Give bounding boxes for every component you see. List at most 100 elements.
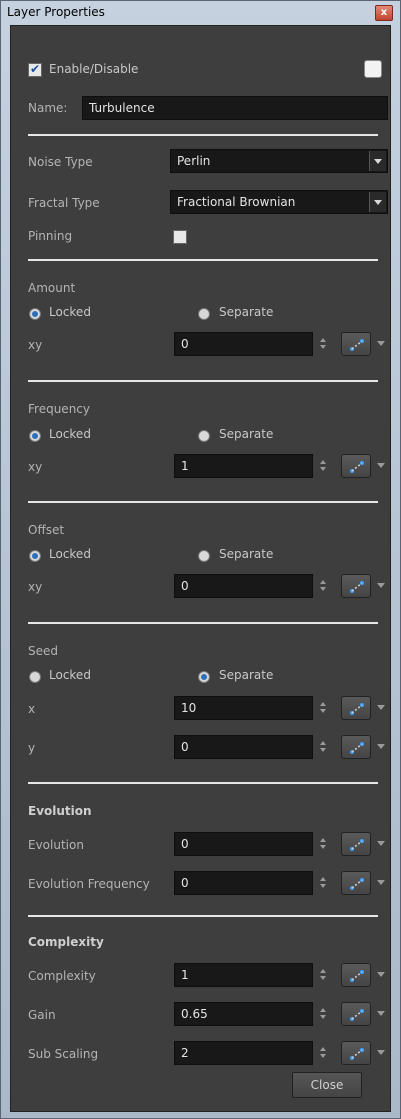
window-close-button[interactable]: x <box>375 5 393 21</box>
separator <box>28 915 378 917</box>
offset-locked-radio[interactable] <box>29 550 41 562</box>
chevron-down-icon[interactable] <box>377 744 385 750</box>
function-curve-icon <box>350 839 364 851</box>
chevron-down-icon[interactable] <box>369 192 386 212</box>
complexity-field[interactable]: 1 <box>174 963 313 987</box>
chevron-down-icon[interactable] <box>377 880 385 886</box>
name-field[interactable]: Turbulence <box>82 96 388 120</box>
chevron-down-icon[interactable] <box>377 705 385 711</box>
fractal-type-value: Fractional Brownian <box>177 195 296 209</box>
frequency-locked-label: Locked <box>49 427 91 441</box>
function-curve-icon <box>350 339 364 351</box>
enable-checkbox[interactable] <box>28 62 42 77</box>
spin-arrows-icon[interactable] <box>320 460 328 474</box>
function-button[interactable] <box>341 332 371 356</box>
function-curve-icon <box>350 878 364 890</box>
spin-arrows-icon[interactable] <box>320 838 328 852</box>
evolution-frequency-field[interactable]: 0 <box>174 871 313 895</box>
function-button[interactable] <box>341 454 371 478</box>
spin-arrows-icon[interactable] <box>320 1047 328 1061</box>
seed-y-label: y <box>28 741 36 755</box>
chevron-down-icon[interactable] <box>377 583 385 589</box>
noise-type-dropdown[interactable]: Perlin <box>170 149 388 173</box>
function-button[interactable] <box>341 832 371 856</box>
function-curve-icon <box>350 1009 364 1021</box>
separator <box>28 380 378 382</box>
function-button[interactable] <box>341 1002 371 1026</box>
chevron-down-icon[interactable] <box>377 1050 385 1056</box>
amount-locked-label: Locked <box>49 305 91 319</box>
chevron-down-icon[interactable] <box>377 341 385 347</box>
noise-type-value: Perlin <box>177 154 211 168</box>
chevron-down-icon[interactable] <box>377 463 385 469</box>
sub-scaling-label: Sub Scaling <box>28 1047 99 1061</box>
separator <box>28 501 378 503</box>
evolution-frequency-label: Evolution Frequency <box>28 877 150 891</box>
pinning-checkbox[interactable] <box>173 230 187 244</box>
spin-arrows-icon[interactable] <box>320 338 328 352</box>
seed-x-field[interactable]: 10 <box>174 696 313 720</box>
noise-type-label: Noise Type <box>28 155 93 169</box>
spin-arrows-icon[interactable] <box>320 877 328 891</box>
close-button[interactable]: Close <box>292 1072 362 1098</box>
chevron-down-icon[interactable] <box>377 1011 385 1017</box>
offset-locked-label: Locked <box>49 547 91 561</box>
separator <box>28 134 378 136</box>
evolution-header: Evolution <box>28 804 92 818</box>
spin-arrows-icon[interactable] <box>320 741 328 755</box>
amount-header: Amount <box>28 281 76 295</box>
function-curve-icon <box>350 970 364 982</box>
fractal-type-dropdown[interactable]: Fractional Brownian <box>170 190 388 214</box>
seed-locked-label: Locked <box>49 668 91 682</box>
function-curve-icon <box>350 1048 364 1060</box>
function-curve-icon <box>350 742 364 754</box>
spin-arrows-icon[interactable] <box>320 580 328 594</box>
function-button[interactable] <box>341 574 371 598</box>
properties-panel: Enable/Disable Name: Turbulence Noise Ty… <box>10 25 391 1112</box>
name-label: Name: <box>28 101 68 115</box>
sub-scaling-field[interactable]: 2 <box>174 1041 313 1065</box>
frequency-xy-label: xy <box>28 460 43 474</box>
offset-xy-field[interactable]: 0 <box>174 574 313 598</box>
spin-arrows-icon[interactable] <box>320 1008 328 1022</box>
color-swatch[interactable] <box>364 60 382 78</box>
gain-field[interactable]: 0.65 <box>174 1002 313 1026</box>
separator <box>28 259 378 261</box>
close-icon: x <box>380 7 388 18</box>
amount-separate-radio[interactable] <box>198 308 210 320</box>
amount-xy-label: xy <box>28 338 43 352</box>
frequency-xy-field[interactable]: 1 <box>174 454 313 478</box>
title-bar[interactable]: Layer Properties x <box>1 1 400 23</box>
seed-separate-radio[interactable] <box>198 671 210 683</box>
chevron-down-icon[interactable] <box>369 151 386 171</box>
offset-separate-label: Separate <box>219 547 274 561</box>
function-button[interactable] <box>341 963 371 987</box>
fractal-type-label: Fractal Type <box>28 196 100 210</box>
offset-separate-radio[interactable] <box>198 550 210 562</box>
spin-arrows-icon[interactable] <box>320 969 328 983</box>
function-button[interactable] <box>341 735 371 759</box>
chevron-down-icon[interactable] <box>377 841 385 847</box>
amount-separate-label: Separate <box>219 305 274 319</box>
evolution-label: Evolution <box>28 838 84 852</box>
amount-xy-field[interactable]: 0 <box>174 332 313 356</box>
window-title: Layer Properties <box>7 5 105 19</box>
function-button[interactable] <box>341 1041 371 1065</box>
separator <box>28 622 378 624</box>
seed-y-field[interactable]: 0 <box>174 735 313 759</box>
enable-label: Enable/Disable <box>49 62 139 76</box>
spin-arrows-icon[interactable] <box>320 702 328 716</box>
function-button[interactable] <box>341 696 371 720</box>
amount-locked-radio[interactable] <box>29 308 41 320</box>
function-button[interactable] <box>341 871 371 895</box>
seed-locked-radio[interactable] <box>29 671 41 683</box>
frequency-separate-radio[interactable] <box>198 430 210 442</box>
frequency-locked-radio[interactable] <box>29 430 41 442</box>
seed-x-label: x <box>28 702 36 716</box>
evolution-field[interactable]: 0 <box>174 832 313 856</box>
function-curve-icon <box>350 581 364 593</box>
frequency-separate-label: Separate <box>219 427 274 441</box>
function-curve-icon <box>350 703 364 715</box>
layer-properties-window: Layer Properties x Enable/Disable Name: … <box>0 0 401 1119</box>
chevron-down-icon[interactable] <box>377 972 385 978</box>
